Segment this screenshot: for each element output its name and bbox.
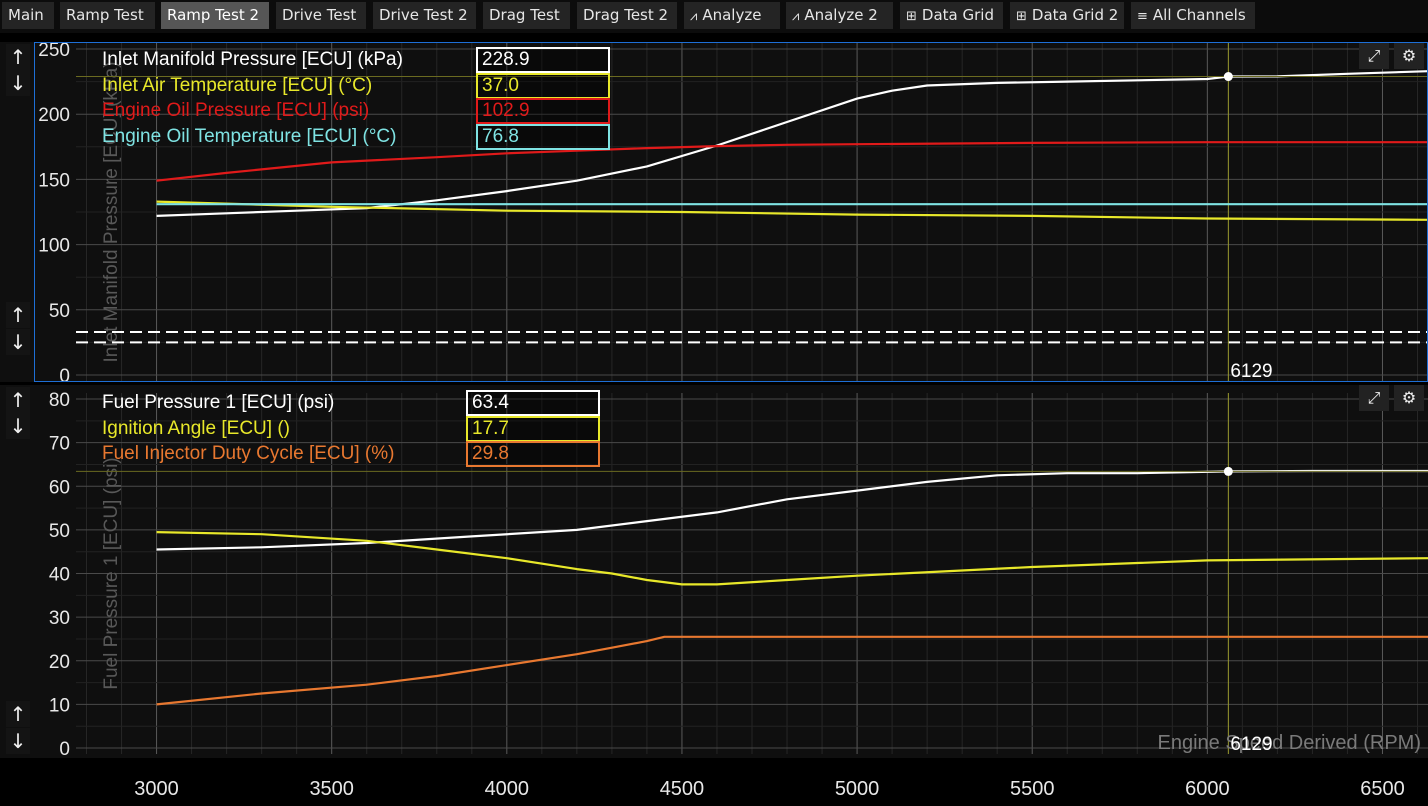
y-tick-label: 100 [38,236,70,257]
top-chart-scroll-down-icon[interactable]: ↓ [6,70,30,96]
x-tick-label: 6000 [1185,778,1230,800]
bottom-chart-scale-up-icon[interactable]: ↑ [6,701,30,727]
y-tick-label: 10 [49,695,70,716]
y-tick-label: 250 [38,40,70,61]
series-line-0 [156,469,1428,551]
x-tick-label: 6500 [1360,778,1405,800]
legend-channel-value: 29.8 [466,441,600,468]
x-tick-label: 5500 [1010,778,1055,800]
legend-channel-name: Inlet Air Temperature [ECU] (°C) [102,74,373,96]
top-chart-scale-down-icon[interactable]: ↓ [6,329,30,355]
y-tick-label: 50 [49,301,70,322]
legend-channel-name: Ignition Angle [ECU] () [102,417,290,439]
y-tick-label: 30 [49,608,70,629]
series-line-2 [156,635,1428,706]
x-tick-label: 3000 [134,778,179,800]
bottom-chart-scroll-down-icon[interactable]: ↓ [6,413,30,439]
y-tick-label: 40 [49,565,70,586]
top-chart-scroll-up-icon[interactable]: ↑ [6,44,30,70]
y-tick-label: 0 [59,366,70,387]
legend-channel-value: 17.7 [466,415,600,442]
legend-channel-name: Fuel Injector Duty Cycle [ECU] (%) [102,443,395,465]
cursor-marker [1223,72,1233,82]
legend-channel-value: 102.9 [476,98,610,125]
x-tick-label: 4000 [485,778,530,800]
y-tick-label: 80 [49,390,70,411]
legend-channel-value: 76.8 [476,124,610,151]
x-tick-label: 5000 [835,778,880,800]
y-tick-label: 60 [49,477,70,498]
legend-channel-name: Inlet Manifold Pressure [ECU] (kPa) [102,49,403,70]
x-tick-label: 3500 [309,778,354,800]
y-tick-label: 70 [49,434,70,455]
cursor-value-label: 6129 [1230,734,1272,755]
bottom-chart-scroll-up-icon[interactable]: ↑ [6,387,30,413]
x-tick-label: 4500 [660,778,705,800]
bottom-chart-expand-icon[interactable]: ⤢ [1359,385,1389,411]
cursor-marker [1223,466,1233,476]
bottom-chart-scale-down-icon[interactable]: ↓ [6,728,30,754]
y-tick-label: 20 [49,652,70,673]
series-line-1 [156,531,1428,586]
x-axis-label: Engine Speed Derived (RPM) [1158,732,1421,754]
legend-channel-value: 37.0 [476,72,610,99]
legend-channel-value: 63.4 [466,390,600,416]
bottom-chart-settings-gear-icon[interactable]: ⚙ [1394,385,1424,411]
legend-channel-name: Engine Oil Temperature [ECU] (°C) [102,126,397,148]
top-chart-settings-gear-icon[interactable]: ⚙ [1394,43,1424,69]
cursor-value-label: 6129 [1230,361,1272,382]
top-chart-expand-icon[interactable]: ⤢ [1359,43,1389,69]
legend-channel-name: Fuel Pressure 1 [ECU] (psi) [102,392,335,413]
y-tick-label: 0 [59,739,70,760]
top-chart-scale-up-icon[interactable]: ↑ [6,302,30,328]
y-tick-label: 50 [49,521,70,542]
y-tick-label: 150 [38,170,70,191]
y-tick-label: 200 [38,105,70,126]
legend-channel-name: Engine Oil Pressure [ECU] (psi) [102,100,370,122]
legend-channel-value: 228.9 [476,47,610,73]
y-axis-label: Fuel Pressure 1 [ECU] (psi) [101,457,122,689]
